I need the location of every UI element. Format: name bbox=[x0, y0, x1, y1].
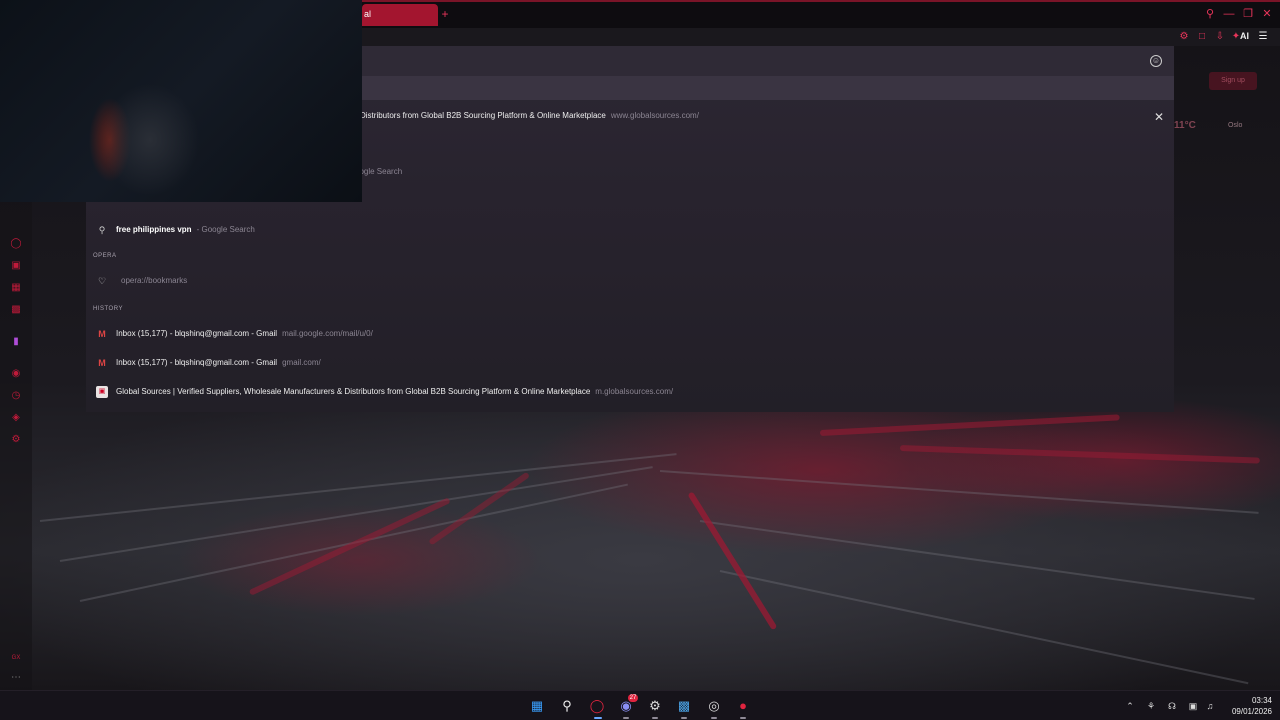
ai-label[interactable]: AI bbox=[1240, 31, 1249, 41]
clock-date: 09/01/2026 bbox=[1231, 707, 1272, 716]
wave-line bbox=[699, 520, 1255, 600]
steam-icon[interactable]: ⚙ bbox=[646, 697, 664, 715]
gx-corner-icon[interactable]: ▦ bbox=[10, 282, 22, 294]
aria-sidebar-icon[interactable]: ◯ bbox=[10, 238, 22, 250]
maximize-icon[interactable]: ❐ bbox=[1242, 8, 1254, 20]
twitch-icon[interactable]: ▮ bbox=[10, 336, 22, 348]
weather-temperature: 11°C bbox=[1174, 120, 1196, 131]
search-suggestion-row[interactable]: ⚲ free philippines vpn - Google Search bbox=[86, 220, 1174, 240]
history-row[interactable]: ▣ Global Sources | Verified Suppliers, W… bbox=[86, 382, 1174, 402]
volume-icon[interactable]: ♫ bbox=[1204, 700, 1216, 712]
history-row[interactable]: M Inbox (15,177) - blqshinq@gmail.com - … bbox=[86, 324, 1174, 344]
red-streak bbox=[687, 491, 778, 631]
settings-icon[interactable]: ⚙ bbox=[10, 434, 22, 446]
more-icon[interactable]: ⋯ bbox=[10, 672, 22, 684]
clock-time: 03:34 bbox=[1251, 696, 1272, 705]
opera-section-header: OPERA bbox=[93, 253, 117, 259]
search-icon: ⚲ bbox=[98, 225, 106, 235]
browser-sidebar: ◯ ▣ ▦ ▩ ▮ ◉ ◷ ◈ ⚙ GX ⋯ bbox=[0, 202, 32, 690]
search-icon[interactable]: ⚲ bbox=[558, 697, 576, 715]
wave-line bbox=[59, 466, 653, 562]
app-indicator bbox=[681, 717, 687, 719]
photos-icon[interactable]: ▩ bbox=[675, 697, 693, 715]
app-indicator bbox=[740, 717, 746, 719]
tab-title: al bbox=[364, 9, 372, 19]
history-item-url: gmail.com/ bbox=[282, 358, 321, 367]
notification-mute-icon[interactable]: ⚘ bbox=[1145, 700, 1157, 712]
gx-logo-icon: GX bbox=[11, 655, 21, 661]
app-indicator bbox=[652, 717, 658, 719]
news-icon[interactable]: ▩ bbox=[10, 304, 22, 316]
opera-gx-icon[interactable]: ◯ bbox=[588, 697, 606, 715]
globalsources-icon: ▣ bbox=[96, 386, 108, 398]
history-item-url: m.globalsources.com/ bbox=[595, 387, 674, 396]
gmail-icon: M bbox=[98, 329, 106, 339]
history-item-text: Inbox (15,177) - blqshinq@gmail.com - Gm… bbox=[116, 329, 373, 338]
new-tab-plus-icon[interactable]: + bbox=[440, 8, 450, 20]
emoji-icon[interactable]: ☺ bbox=[1150, 55, 1162, 67]
opera-item-row[interactable]: ♡ opera://bookmarks bbox=[86, 271, 1174, 291]
webcam-overlay bbox=[0, 0, 362, 202]
suggestion-source: - Google Search bbox=[196, 225, 255, 234]
gmail-icon: M bbox=[98, 358, 106, 368]
app-indicator bbox=[711, 717, 717, 719]
recorder-icon[interactable]: ● bbox=[734, 697, 752, 715]
partial-search-text: oogle Search bbox=[355, 167, 403, 176]
wallet-icon[interactable]: □ bbox=[1195, 30, 1209, 44]
history-icon[interactable]: ◷ bbox=[10, 390, 22, 402]
tab-strip-accent bbox=[362, 0, 1280, 2]
history-item-text: Global Sources | Verified Suppliers, Who… bbox=[116, 387, 674, 396]
minimize-icon[interactable]: — bbox=[1223, 8, 1235, 20]
browser-toolbar bbox=[362, 28, 1280, 46]
player-icon[interactable]: ◉ bbox=[10, 368, 22, 380]
history-item-url: mail.google.com/mail/u/0/ bbox=[282, 329, 373, 338]
extensions-icon[interactable]: ⚙ bbox=[1177, 30, 1191, 44]
extensions-sidebar-icon[interactable]: ◈ bbox=[10, 412, 22, 424]
windows-start-icon[interactable]: ▦ bbox=[528, 697, 546, 715]
red-streak bbox=[819, 414, 1120, 436]
taskbar: ▦ ⚲ ◯ ◉ 27 ⚙ ▩ ◎ ● ⌃ ⚘ ☊ ▣ ♫ 03:34 09/01… bbox=[0, 690, 1280, 720]
heart-icon: ♡ bbox=[97, 276, 107, 286]
system-clock[interactable]: 03:34 09/01/2026 bbox=[1220, 695, 1272, 717]
weather-city: Oslo bbox=[1228, 122, 1243, 129]
suggestion-text: free philippines vpn - Google Search bbox=[116, 225, 255, 234]
network-icon[interactable]: ▣ bbox=[1187, 700, 1199, 712]
close-window-icon[interactable]: ✕ bbox=[1261, 8, 1273, 20]
discord-badge: 27 bbox=[628, 694, 638, 702]
red-streak bbox=[899, 445, 1260, 464]
history-row[interactable]: M Inbox (15,177) - blqshinq@gmail.com - … bbox=[86, 353, 1174, 373]
history-item-text: Inbox (15,177) - blqshinq@gmail.com - Gm… bbox=[116, 358, 321, 367]
wave-line bbox=[659, 470, 1259, 514]
top-result-title: Distributors from Global B2B Sourcing Pl… bbox=[360, 111, 699, 120]
history-section-header: HISTORY bbox=[93, 306, 123, 312]
obs-icon[interactable]: ◎ bbox=[705, 697, 723, 715]
tab-active[interactable]: al bbox=[362, 4, 438, 26]
app-indicator bbox=[623, 717, 629, 719]
download-icon[interactable]: ⇩ bbox=[1213, 30, 1227, 44]
microphone-icon[interactable]: ☊ bbox=[1166, 700, 1178, 712]
tray-overflow-icon[interactable]: ⌃ bbox=[1124, 700, 1136, 712]
opera-item-text: opera://bookmarks bbox=[121, 276, 188, 285]
search-tabs-icon[interactable]: ⚲ bbox=[1204, 8, 1216, 20]
red-streak bbox=[248, 497, 451, 596]
active-app-indicator bbox=[594, 717, 602, 719]
menu-icon[interactable]: ☰ bbox=[1256, 30, 1270, 44]
sign-up-button[interactable]: Sign up bbox=[1209, 72, 1257, 90]
top-result-url: www.globalsources.com/ bbox=[610, 111, 699, 120]
shopping-icon[interactable]: ▣ bbox=[10, 260, 22, 272]
